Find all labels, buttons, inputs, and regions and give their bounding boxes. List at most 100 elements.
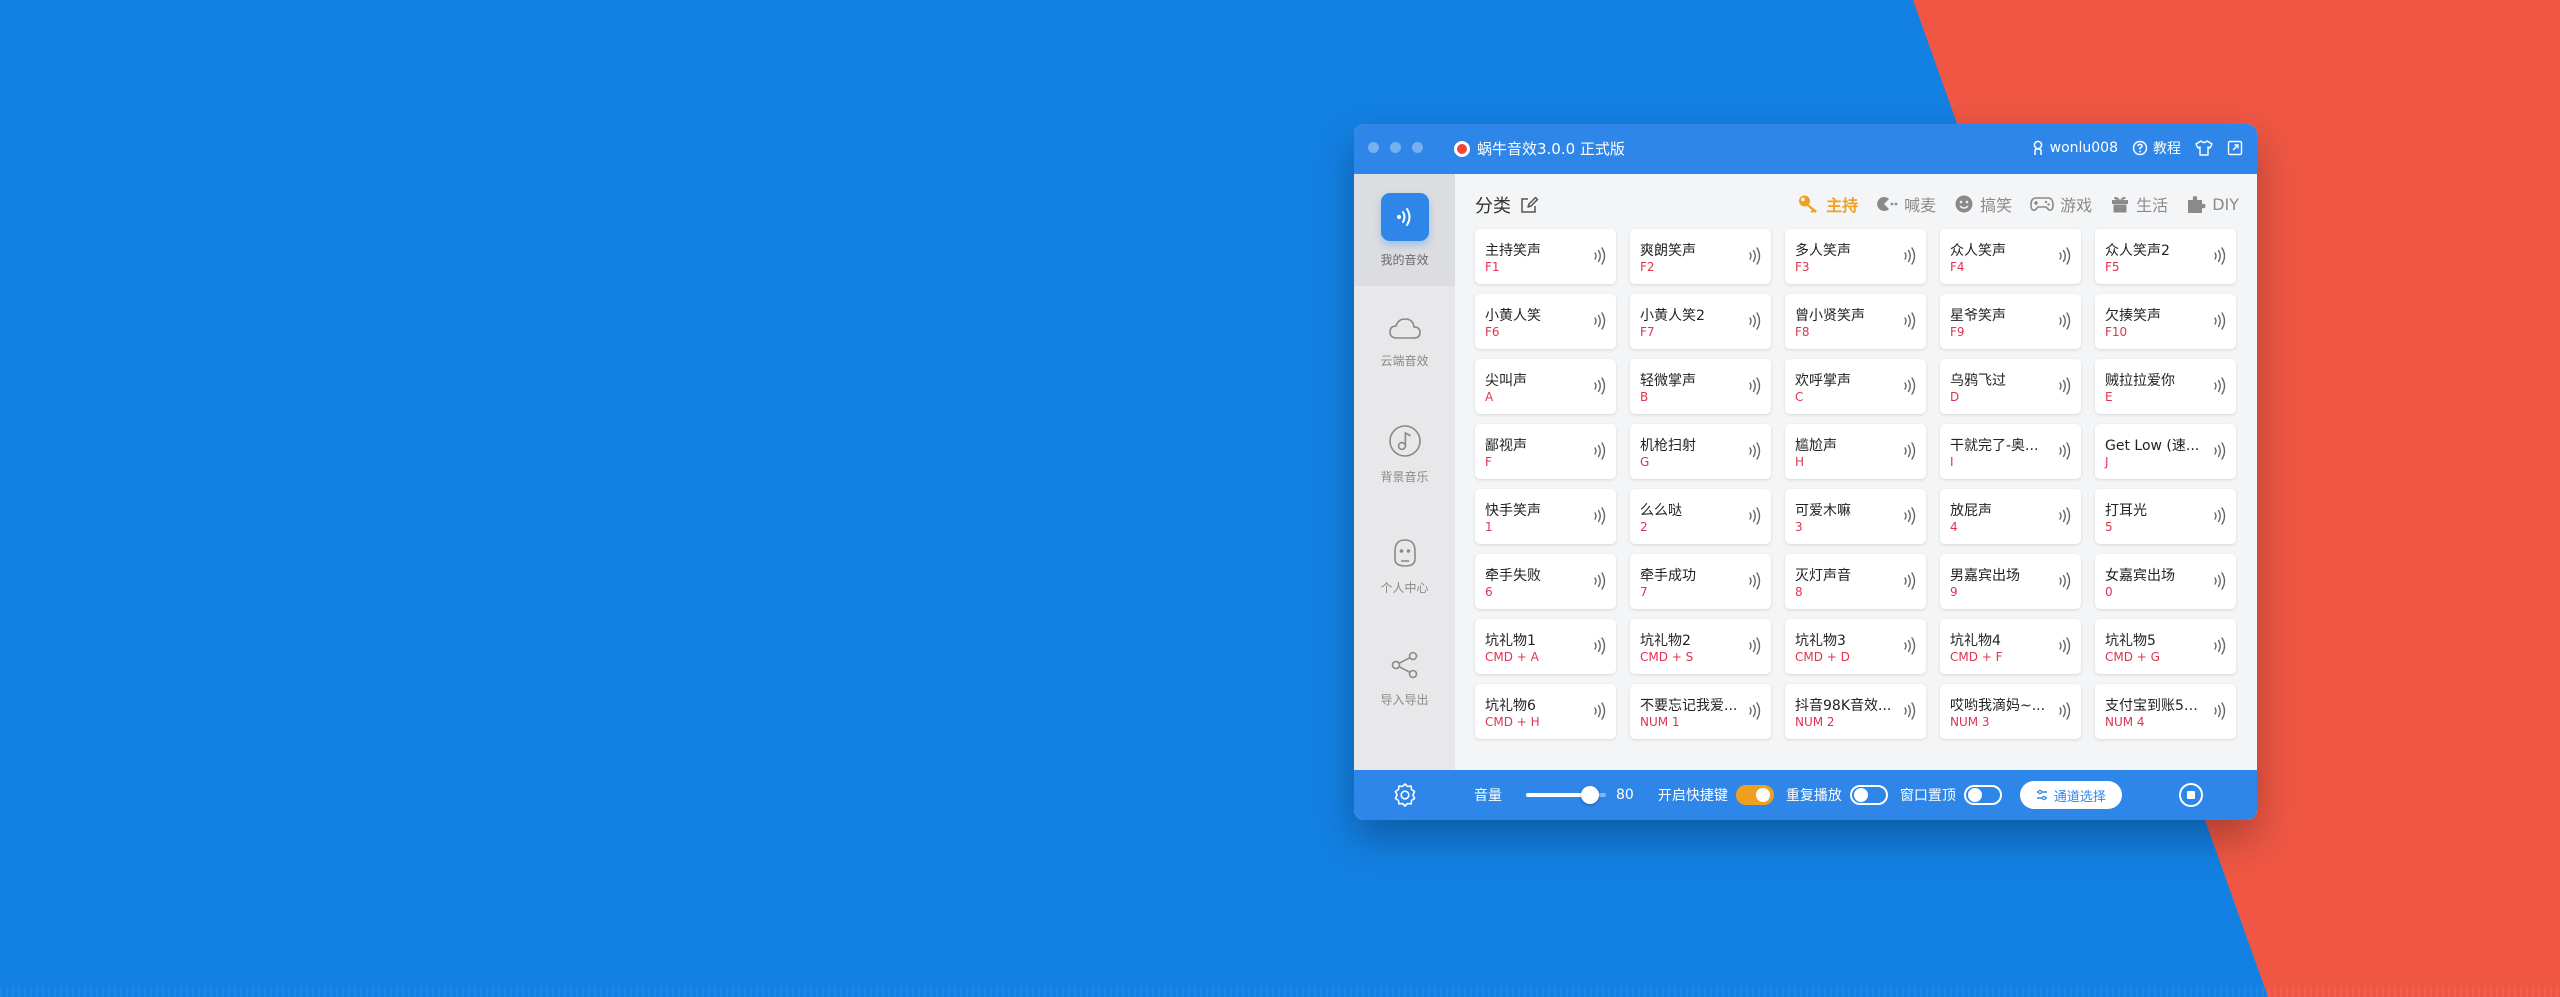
play-sound-icon[interactable] bbox=[2212, 701, 2228, 725]
sound-card[interactable]: 坑礼物1 CMD + A bbox=[1475, 619, 1616, 674]
sound-card[interactable]: 哎哟我滴妈~... NUM 3 bbox=[1940, 684, 2081, 739]
play-sound-icon[interactable] bbox=[1592, 506, 1608, 530]
play-sound-icon[interactable] bbox=[1747, 246, 1763, 270]
play-sound-icon[interactable] bbox=[2057, 506, 2073, 530]
play-sound-icon[interactable] bbox=[1902, 376, 1918, 400]
sidebar-item-personal-center[interactable]: 个人中心 bbox=[1354, 510, 1455, 622]
play-sound-icon[interactable] bbox=[2212, 376, 2228, 400]
play-sound-icon[interactable] bbox=[1747, 636, 1763, 660]
sound-card[interactable]: 灭灯声音 8 bbox=[1785, 554, 1926, 609]
sound-card[interactable]: 轻微掌声 B bbox=[1630, 359, 1771, 414]
play-sound-icon[interactable] bbox=[1902, 246, 1918, 270]
sidebar-item-import-export[interactable]: 导入导出 bbox=[1354, 622, 1455, 734]
minimize-window-button[interactable] bbox=[1390, 142, 1401, 153]
sound-card[interactable]: 男嘉宾出场 9 bbox=[1940, 554, 2081, 609]
sound-card[interactable]: 坑礼物4 CMD + F bbox=[1940, 619, 2081, 674]
play-sound-icon[interactable] bbox=[1902, 701, 1918, 725]
sound-card[interactable]: 鄙视声 F bbox=[1475, 424, 1616, 479]
sound-card[interactable]: 欢呼掌声 C bbox=[1785, 359, 1926, 414]
play-sound-icon[interactable] bbox=[1747, 506, 1763, 530]
sound-card[interactable]: 坑礼物3 CMD + D bbox=[1785, 619, 1926, 674]
sound-card[interactable]: 打耳光 5 bbox=[2095, 489, 2236, 544]
volume-slider[interactable] bbox=[1526, 786, 1606, 804]
sound-card[interactable]: 众人笑声2 F5 bbox=[2095, 229, 2236, 284]
sound-card[interactable]: 主持笑声 F1 bbox=[1475, 229, 1616, 284]
volume-slider-knob[interactable] bbox=[1581, 786, 1599, 804]
sidebar-item-my-sounds[interactable]: 我的音效 bbox=[1354, 174, 1455, 286]
sound-card[interactable]: 小黄人笑2 F7 bbox=[1630, 294, 1771, 349]
play-sound-icon[interactable] bbox=[2057, 701, 2073, 725]
sound-card[interactable]: 快手笑声 1 bbox=[1475, 489, 1616, 544]
pin-window-toggle[interactable] bbox=[1963, 785, 2002, 805]
hotkey-toggle[interactable] bbox=[1735, 785, 1774, 805]
sound-card[interactable]: 可爱木嘛 3 bbox=[1785, 489, 1926, 544]
sound-card[interactable]: 多人笑声 F3 bbox=[1785, 229, 1926, 284]
sound-card[interactable]: 牵手成功 7 bbox=[1630, 554, 1771, 609]
play-sound-icon[interactable] bbox=[1747, 441, 1763, 465]
sound-card[interactable]: 尴尬声 H bbox=[1785, 424, 1926, 479]
play-sound-icon[interactable] bbox=[1902, 636, 1918, 660]
play-sound-icon[interactable] bbox=[2057, 441, 2073, 465]
play-sound-icon[interactable] bbox=[2212, 636, 2228, 660]
channel-select-button[interactable]: 通道选择 bbox=[2019, 781, 2122, 809]
tutorial-link[interactable]: 教程 bbox=[2132, 138, 2181, 158]
sound-card[interactable]: 干就完了-奥... I bbox=[1940, 424, 2081, 479]
play-sound-icon[interactable] bbox=[1592, 571, 1608, 595]
repeat-toggle[interactable] bbox=[1849, 785, 1888, 805]
play-sound-icon[interactable] bbox=[1747, 376, 1763, 400]
play-sound-icon[interactable] bbox=[1592, 311, 1608, 335]
play-sound-icon[interactable] bbox=[1902, 506, 1918, 530]
play-sound-icon[interactable] bbox=[1747, 311, 1763, 335]
sound-card[interactable]: 贼拉拉爱你 E bbox=[2095, 359, 2236, 414]
sound-card[interactable]: 抖音98K音效... NUM 2 bbox=[1785, 684, 1926, 739]
sound-card[interactable]: 曾小贤笑声 F8 bbox=[1785, 294, 1926, 349]
sound-card[interactable]: 么么哒 2 bbox=[1630, 489, 1771, 544]
sound-card[interactable]: 乌鸦飞过 D bbox=[1940, 359, 2081, 414]
play-sound-icon[interactable] bbox=[2212, 311, 2228, 335]
tab-life[interactable]: 生活 bbox=[2110, 192, 2168, 216]
sound-card[interactable]: 众人笑声 F4 bbox=[1940, 229, 2081, 284]
play-sound-icon[interactable] bbox=[1592, 441, 1608, 465]
play-sound-icon[interactable] bbox=[1902, 441, 1918, 465]
tab-diy[interactable]: DIY bbox=[2186, 192, 2239, 216]
play-sound-icon[interactable] bbox=[1747, 701, 1763, 725]
user-account[interactable]: wonlu008 bbox=[2031, 140, 2118, 156]
play-sound-icon[interactable] bbox=[2212, 506, 2228, 530]
sound-card[interactable]: 女嘉宾出场 0 bbox=[2095, 554, 2236, 609]
play-sound-icon[interactable] bbox=[1592, 636, 1608, 660]
play-sound-icon[interactable] bbox=[2057, 376, 2073, 400]
close-window-button[interactable] bbox=[1368, 142, 1379, 153]
play-sound-icon[interactable] bbox=[1592, 701, 1608, 725]
play-sound-icon[interactable] bbox=[2212, 441, 2228, 465]
play-sound-icon[interactable] bbox=[1902, 311, 1918, 335]
tab-games[interactable]: 游戏 bbox=[2030, 192, 2092, 216]
skin-shirt-icon[interactable] bbox=[2195, 140, 2213, 156]
play-sound-icon[interactable] bbox=[2212, 246, 2228, 270]
sound-card[interactable]: 支付宝到账50... NUM 4 bbox=[2095, 684, 2236, 739]
play-sound-icon[interactable] bbox=[2057, 246, 2073, 270]
sound-card[interactable]: 放屁声 4 bbox=[1940, 489, 2081, 544]
sound-card[interactable]: 星爷笑声 F9 bbox=[1940, 294, 2081, 349]
sidebar-item-cloud-sounds[interactable]: 云端音效 bbox=[1354, 286, 1455, 398]
play-sound-icon[interactable] bbox=[2057, 571, 2073, 595]
sound-card[interactable]: 尖叫声 A bbox=[1475, 359, 1616, 414]
sound-card[interactable]: 坑礼物2 CMD + S bbox=[1630, 619, 1771, 674]
sound-card[interactable]: 爽朗笑声 F2 bbox=[1630, 229, 1771, 284]
play-sound-icon[interactable] bbox=[1592, 376, 1608, 400]
play-sound-icon[interactable] bbox=[2057, 636, 2073, 660]
sound-card[interactable]: 机枪扫射 G bbox=[1630, 424, 1771, 479]
play-sound-icon[interactable] bbox=[1747, 571, 1763, 595]
sound-card[interactable]: Get Low (速... J bbox=[2095, 424, 2236, 479]
play-sound-icon[interactable] bbox=[1902, 571, 1918, 595]
sound-card[interactable]: 牵手失败 6 bbox=[1475, 554, 1616, 609]
tab-funny[interactable]: 搞笑 bbox=[1954, 192, 2012, 216]
tab-host[interactable]: 主持 bbox=[1798, 192, 1858, 216]
sound-card[interactable]: 不要忘记我爱... NUM 1 bbox=[1630, 684, 1771, 739]
play-sound-icon[interactable] bbox=[2212, 571, 2228, 595]
sidebar-item-background-music[interactable]: 背景音乐 bbox=[1354, 398, 1455, 510]
maximize-window-button[interactable] bbox=[1412, 142, 1423, 153]
settings-button[interactable] bbox=[1354, 770, 1455, 820]
play-sound-icon[interactable] bbox=[1592, 246, 1608, 270]
sound-card[interactable]: 坑礼物5 CMD + G bbox=[2095, 619, 2236, 674]
sound-card[interactable]: 欠揍笑声 F10 bbox=[2095, 294, 2236, 349]
